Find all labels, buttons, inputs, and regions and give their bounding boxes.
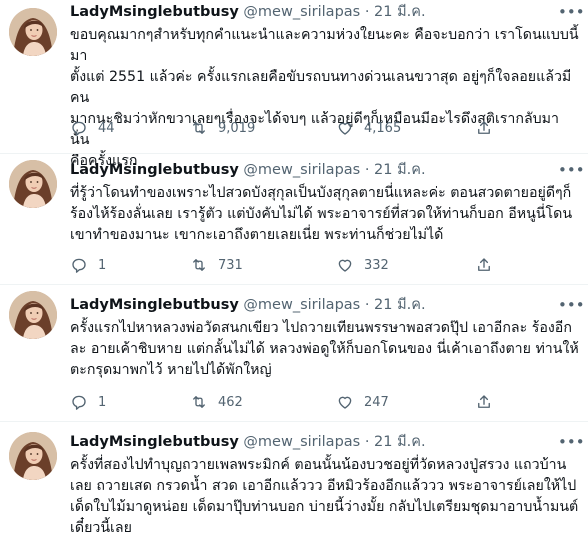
share-button[interactable] — [475, 392, 493, 412]
more-icon[interactable]: ••• — [558, 295, 585, 315]
like-button[interactable]: 332 — [336, 255, 389, 275]
like-button[interactable]: 4,165 — [336, 118, 401, 138]
retweet-button[interactable]: 9,019 — [190, 118, 255, 138]
header-separator: · — [364, 434, 370, 450]
reply-count: 1 — [98, 257, 107, 273]
avatar[interactable] — [9, 291, 57, 339]
reply-count: 44 — [98, 120, 115, 136]
header-separator: · — [364, 162, 370, 178]
tweet-text: ครั้งแรกไปหาหลวงพ่อวัดสนกเขียว ไปถวายเที… — [70, 318, 580, 381]
retweet-button[interactable]: 462 — [190, 392, 243, 412]
like-icon — [338, 396, 352, 409]
header-separator: · — [364, 4, 370, 20]
retweet-count: 462 — [218, 394, 243, 410]
share-button[interactable] — [475, 118, 493, 138]
tweet-text-line: ละ อายเค้าชิบหาย แต่กลั้นไม่ได้ หลวงพ่อด… — [70, 341, 579, 357]
tweet-text-line: ครั้งที่สองไปทำบุญถวายเพลพระมิกค์ ตอนนั้… — [70, 457, 567, 473]
tweet-text-line: ครั้งแรกไปหาหลวงพ่อวัดสนกเขียว ไปถวายเที… — [70, 320, 572, 336]
like-count: 247 — [364, 394, 389, 410]
tweet-text-line: ตั้งแต่ 2551 แล้วค่ะ ครั้งแรกเลยคือขับรถ… — [70, 69, 572, 106]
tweet-date[interactable]: 21 มี.ค. — [374, 297, 426, 313]
avatar-image — [9, 8, 57, 56]
tweet-header: LadyMsinglebutbusy @mew_sirilapas · 21 ม… — [70, 295, 426, 315]
tweet-text-line: เขาทำของมานะ เขากะเอาถึงตายเลยเนี่ย พระท… — [70, 227, 444, 243]
tweet[interactable]: LadyMsinglebutbusy @mew_sirilapas · 21 ม… — [0, 422, 588, 548]
tweet-header: LadyMsinglebutbusy @mew_sirilapas · 21 ม… — [70, 432, 426, 452]
reply-button[interactable]: 1 — [70, 255, 106, 275]
tweet-actions: 1 462 247 — [70, 392, 510, 412]
tweet-text-line: เลย ถวายเสด กรวดน้ำ สวด เอาอีกแล้ววว อีห… — [70, 478, 577, 494]
reply-button[interactable]: 44 — [70, 118, 115, 138]
reply-icon — [72, 121, 86, 136]
like-icon — [338, 122, 352, 135]
more-icon[interactable]: ••• — [558, 432, 585, 452]
tweet[interactable]: LadyMsinglebutbusy @mew_sirilapas · 21 ม… — [0, 285, 588, 421]
like-button[interactable]: 247 — [336, 392, 389, 412]
share-icon — [478, 121, 490, 134]
author-name[interactable]: LadyMsinglebutbusy — [70, 162, 239, 178]
tweet-text: ครั้งที่สองไปทำบุญถวายเพลพระมิกค์ ตอนนั้… — [70, 455, 580, 539]
tweet-text: ที่รู้ว่าโดนทำของเพราะไปสวดบังสุกุลเป็นบ… — [70, 183, 580, 246]
like-count: 4,165 — [364, 120, 402, 136]
tweet-actions: 1 731 332 — [70, 255, 510, 275]
share-icon — [478, 258, 490, 271]
avatar-image — [9, 160, 57, 208]
more-icon[interactable]: ••• — [558, 160, 585, 180]
retweet-icon — [193, 122, 205, 134]
author-handle[interactable]: @mew_sirilapas — [243, 162, 360, 178]
reply-icon — [72, 395, 86, 410]
avatar[interactable] — [9, 8, 57, 56]
tweet-text-line: ร้องไห้ร้องลั่นเลย เรารู้ตัว แต่บังคับไม… — [70, 206, 573, 222]
share-button[interactable] — [475, 255, 493, 275]
author-handle[interactable]: @mew_sirilapas — [243, 297, 360, 313]
author-handle[interactable]: @mew_sirilapas — [243, 4, 360, 20]
tweet-text-line: เดี๋ยวนี้เลย — [70, 520, 132, 536]
tweet[interactable]: LadyMsinglebutbusy @mew_sirilapas · 21 ม… — [0, 0, 588, 169]
author-name[interactable]: LadyMsinglebutbusy — [70, 434, 239, 450]
author-name[interactable]: LadyMsinglebutbusy — [70, 4, 239, 20]
reply-count: 1 — [98, 394, 107, 410]
tweet-header: LadyMsinglebutbusy @mew_sirilapas · 21 ม… — [70, 160, 426, 180]
like-count: 332 — [364, 257, 389, 273]
avatar-image — [9, 432, 57, 480]
more-icon[interactable]: ••• — [558, 2, 585, 22]
tweet-header: LadyMsinglebutbusy @mew_sirilapas · 21 ม… — [70, 2, 426, 22]
tweet-text: ขอบคุณมากๆสำหรับทุกคำแนะนำและความห่วงใยน… — [70, 25, 580, 172]
tweet-text-line: ที่รู้ว่าโดนทำของเพราะไปสวดบังสุกุลเป็นบ… — [70, 185, 572, 201]
retweet-icon — [193, 259, 205, 271]
author-handle[interactable]: @mew_sirilapas — [243, 434, 360, 450]
like-icon — [338, 259, 352, 272]
tweet-text-line: ขอบคุณมากๆสำหรับทุกคำแนะนำและความห่วงใยน… — [70, 27, 579, 64]
reply-button[interactable]: 1 — [70, 392, 106, 412]
author-name[interactable]: LadyMsinglebutbusy — [70, 297, 239, 313]
avatar-image — [9, 291, 57, 339]
share-icon — [478, 395, 490, 408]
retweet-count: 9,019 — [218, 120, 256, 136]
header-separator: · — [364, 297, 370, 313]
tweet-text-line: เด็ดใบไม้มาดูหน่อย เด็ดมาปุ๊บท่านบอก บ่า… — [70, 499, 579, 515]
avatar[interactable] — [9, 160, 57, 208]
tweet-date[interactable]: 21 มี.ค. — [374, 4, 426, 20]
tweet-date[interactable]: 21 มี.ค. — [374, 162, 426, 178]
tweet[interactable]: LadyMsinglebutbusy @mew_sirilapas · 21 ม… — [0, 154, 588, 284]
tweet-text-line: ตะกรุดมาพกไว้ หายไปได้พักใหญ่ — [70, 362, 272, 378]
tweet-actions: 44 9,019 4,165 — [70, 118, 510, 138]
avatar[interactable] — [9, 432, 57, 480]
retweet-count: 731 — [218, 257, 243, 273]
retweet-icon — [193, 396, 205, 408]
reply-icon — [72, 258, 86, 273]
tweet-date[interactable]: 21 มี.ค. — [374, 434, 426, 450]
retweet-button[interactable]: 731 — [190, 255, 243, 275]
